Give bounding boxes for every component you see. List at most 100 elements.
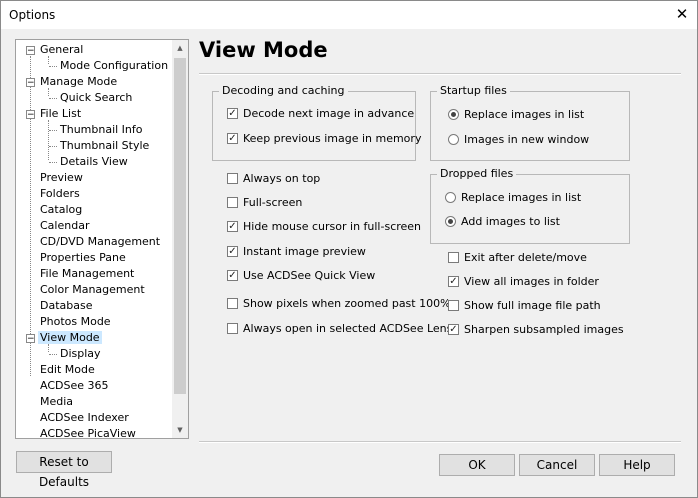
collapse-icon[interactable]: − bbox=[26, 333, 35, 343]
tree-item[interactable]: ACDSee 365 bbox=[26, 378, 111, 394]
checkbox-box[interactable]: ✓ bbox=[227, 108, 238, 119]
checkbox-box[interactable]: ✓ bbox=[448, 324, 459, 335]
tree-item-label: File List bbox=[40, 107, 82, 120]
tree-item-label: Photos Mode bbox=[40, 315, 111, 328]
tree-item[interactable]: File Management bbox=[26, 266, 136, 282]
tree-list: − General Mode Configuration − Manage Mode Qu… bbox=[16, 40, 172, 438]
tree-item-label: View Mode bbox=[38, 331, 102, 344]
title-bar: Options ✕ bbox=[1, 1, 697, 29]
cancel-button[interactable]: Cancel bbox=[519, 454, 595, 476]
radio-label: Replace images in list bbox=[464, 108, 585, 121]
tree-item-label: Color Management bbox=[40, 283, 145, 296]
tree-item[interactable]: Display bbox=[58, 346, 103, 362]
tree-item-label: Preview bbox=[40, 171, 83, 184]
tree-branch-line bbox=[49, 162, 57, 163]
tree-item-label: Quick Search bbox=[60, 91, 133, 104]
tree-item[interactable]: ACDSee Indexer bbox=[26, 410, 131, 426]
tree-branch-line bbox=[49, 130, 57, 131]
checkbox-label: Show full image file path bbox=[464, 299, 601, 312]
tree-branch-line bbox=[49, 354, 57, 355]
decoding-group-title: Decoding and caching bbox=[219, 84, 348, 98]
tree-item[interactable]: Catalog bbox=[26, 202, 84, 218]
checkbox-label: Use ACDSee Quick View bbox=[243, 269, 376, 282]
checkbox-label: Instant image preview bbox=[243, 245, 366, 258]
collapse-icon[interactable]: − bbox=[26, 77, 35, 87]
checkbox-box[interactable]: ✓ bbox=[227, 270, 238, 281]
checkbox-box[interactable]: ✓ bbox=[227, 246, 238, 257]
tree-item[interactable]: Thumbnail Style bbox=[58, 138, 151, 154]
radio-label: Add images to list bbox=[461, 215, 560, 228]
tree-item[interactable]: Photos Mode bbox=[26, 314, 113, 330]
dropped-group-title: Dropped files bbox=[437, 167, 517, 181]
checkbox-box[interactable]: ✓ bbox=[448, 276, 459, 287]
tree-item[interactable]: Preview bbox=[26, 170, 85, 186]
checkbox-label: Hide mouse cursor in full-screen bbox=[243, 220, 422, 233]
tree-item-label: Mode Configuration bbox=[60, 59, 169, 72]
tree-item[interactable]: Database bbox=[26, 298, 95, 314]
tree-scrollbar[interactable]: ▲ ▼ bbox=[172, 40, 188, 438]
tree-item[interactable]: Calendar bbox=[26, 218, 91, 234]
checkbox-label: Full-screen bbox=[243, 196, 303, 209]
tree-item[interactable]: Quick Search bbox=[58, 90, 134, 106]
tree-item-label: CD/DVD Management bbox=[40, 235, 161, 248]
scroll-down-icon[interactable]: ▼ bbox=[172, 422, 188, 438]
tree-item[interactable]: Thumbnail Info bbox=[58, 122, 145, 138]
startup-group-title: Startup files bbox=[437, 84, 510, 98]
reset-to-defaults-button[interactable]: Reset to Defaults bbox=[16, 451, 112, 489]
radio-button[interactable] bbox=[445, 216, 456, 227]
checkbox-label: Keep previous image in memory bbox=[243, 132, 422, 145]
checkbox-label: Sharpen subsampled images bbox=[464, 323, 624, 336]
tree-item[interactable]: − General bbox=[26, 42, 85, 58]
tree-item-label: Catalog bbox=[40, 203, 83, 216]
tree-item[interactable]: − Manage Mode bbox=[26, 74, 119, 90]
tree-item-label: General bbox=[40, 43, 84, 56]
tree-item-label: Properties Pane bbox=[40, 251, 126, 264]
tree-item[interactable]: Media bbox=[26, 394, 75, 410]
tree-item[interactable]: Color Management bbox=[26, 282, 147, 298]
scroll-thumb[interactable] bbox=[174, 58, 186, 394]
scroll-up-icon[interactable]: ▲ bbox=[172, 40, 188, 56]
tree-item[interactable]: Properties Pane bbox=[26, 250, 128, 266]
tree-item[interactable]: Folders bbox=[26, 186, 82, 202]
collapse-icon[interactable]: − bbox=[26, 109, 35, 119]
options-dialog: Options ✕ − General Mode Configuration − Man… bbox=[0, 0, 698, 498]
radio-button[interactable] bbox=[448, 109, 459, 120]
tree-item-label: Thumbnail Style bbox=[60, 139, 150, 152]
checkbox-label: Always open in selected ACDSee Lens bbox=[243, 322, 453, 335]
close-icon[interactable]: ✕ bbox=[671, 3, 693, 25]
checkbox-box[interactable] bbox=[227, 173, 238, 184]
radio-button[interactable] bbox=[448, 134, 459, 145]
radio-label: Replace images in list bbox=[461, 191, 582, 204]
radio-label: Images in new window bbox=[464, 133, 590, 146]
footer-divider bbox=[199, 441, 681, 443]
checkbox-box[interactable] bbox=[448, 252, 459, 263]
tree-item[interactable]: Mode Configuration bbox=[58, 58, 170, 74]
tree-item[interactable]: Edit Mode bbox=[26, 362, 97, 378]
tree-item[interactable]: − View Mode bbox=[26, 330, 102, 346]
help-button[interactable]: Help bbox=[599, 454, 675, 476]
radio-button[interactable] bbox=[445, 192, 456, 203]
tree-item-label: Media bbox=[40, 395, 74, 408]
checkbox-label: Decode next image in advance bbox=[243, 107, 415, 120]
tree-item-label: Manage Mode bbox=[40, 75, 118, 88]
collapse-icon[interactable]: − bbox=[26, 45, 35, 55]
tree-item[interactable]: Details View bbox=[58, 154, 130, 170]
checkbox-box[interactable] bbox=[227, 323, 238, 334]
tree-guide-line bbox=[48, 120, 49, 160]
tree-item-label: Edit Mode bbox=[40, 363, 95, 376]
tree-item-label: Display bbox=[60, 347, 101, 360]
page-title: View Mode bbox=[199, 38, 328, 62]
checkbox-box[interactable]: ✓ bbox=[227, 133, 238, 144]
checkbox-box[interactable] bbox=[227, 298, 238, 309]
tree-item-label: ACDSee 365 bbox=[40, 379, 109, 392]
tree-item[interactable]: ACDSee PicaView bbox=[26, 426, 138, 439]
ok-button[interactable]: OK bbox=[439, 454, 515, 476]
checkbox-box[interactable] bbox=[448, 300, 459, 311]
checkbox-label: Exit after delete/move bbox=[464, 251, 587, 264]
tree-item[interactable]: − File List bbox=[26, 106, 83, 122]
tree-item-label: ACDSee PicaView bbox=[40, 427, 136, 439]
checkbox-box[interactable]: ✓ bbox=[227, 221, 238, 232]
checkbox-box[interactable] bbox=[227, 197, 238, 208]
startup-files-group: Startup files bbox=[430, 84, 630, 161]
tree-item[interactable]: CD/DVD Management bbox=[26, 234, 162, 250]
